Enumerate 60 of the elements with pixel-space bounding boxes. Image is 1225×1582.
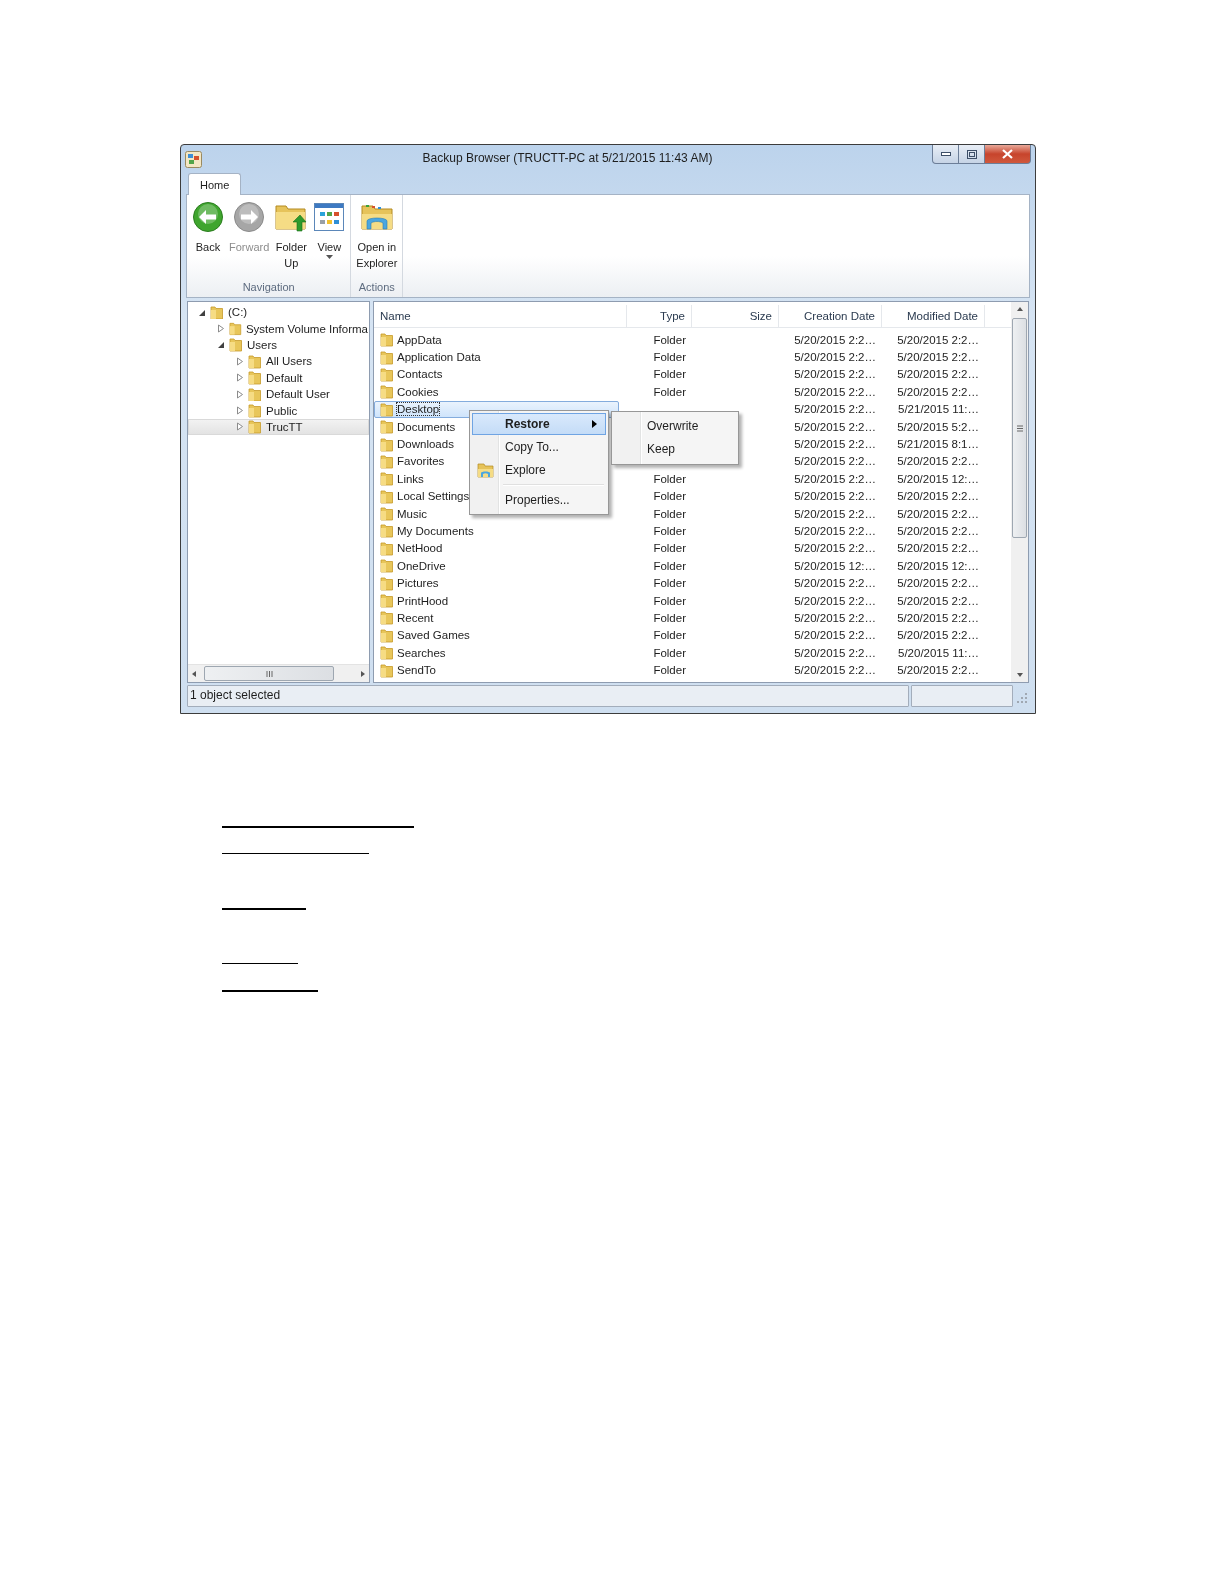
modified-date-cell: 5/21/2015 8:1… (897, 438, 979, 451)
creation-date-cell: 5/20/2015 12:… (794, 559, 876, 572)
type-cell: Folder (653, 611, 686, 624)
creation-date-cell: 5/20/2015 2:2… (794, 646, 876, 659)
type-cell: Folder (653, 629, 686, 642)
type-cell: Folder (653, 333, 686, 346)
creation-date-cell: 5/20/2015 2:2… (794, 438, 876, 451)
creation-date-cell: 5/20/2015 2:2… (794, 611, 876, 624)
group-label: Navigation (241, 280, 296, 295)
modified-date-cell: 5/20/2015 2:2… (897, 629, 979, 642)
type-cell: Folder (653, 664, 686, 677)
modified-date-cell: 5/20/2015 2:2… (897, 385, 979, 398)
creation-date-cell: 5/20/2015 2:2… (794, 577, 876, 590)
type-cell: Folder (653, 594, 686, 607)
modified-date-cell: 5/20/2015 2:2… (897, 351, 979, 364)
window-title: Backup Browser (TRUCTT-PC at 5/21/2015 11:43 AM) (421, 150, 714, 167)
creation-date-cell: 5/20/2015 2:2… (794, 420, 876, 433)
modified-date-cell: 5/20/2015 2:2… (897, 333, 979, 346)
creation-date-cell: 5/20/2015 2:2… (794, 351, 876, 364)
type-cell: Folder (653, 646, 686, 659)
type-cell: Folder (653, 490, 686, 503)
creation-date-cell: 5/20/2015 2:2… (794, 507, 876, 520)
group-label: Actions (357, 280, 396, 295)
modified-date-cell: 5/20/2015 2:2… (897, 542, 979, 555)
creation-date-cell: 5/20/2015 2:2… (794, 455, 876, 468)
modified-date-cell: 5/20/2015 2:2… (897, 490, 979, 503)
creation-date-cell: 5/20/2015 2:2… (794, 542, 876, 555)
creation-date-cell: 5/20/2015 2:2… (794, 403, 876, 416)
modified-date-cell: 5/20/2015 2:2… (897, 507, 979, 520)
type-cell: Folder (653, 385, 686, 398)
type-cell: Folder (653, 542, 686, 555)
creation-date-cell: 5/20/2015 2:2… (794, 368, 876, 381)
modified-date-cell: 5/21/2015 11:… (898, 403, 979, 416)
type-cell: Folder (653, 351, 686, 364)
creation-date-cell: 5/20/2015 2:2… (794, 629, 876, 642)
modified-date-cell: 5/20/2015 2:2… (897, 368, 979, 381)
modified-date-cell: 5/20/2015 5:2… (897, 420, 979, 433)
type-cell: Folder (653, 525, 686, 537)
creation-date-cell: 5/20/2015 2:2… (794, 594, 876, 607)
modified-date-cell: 5/20/2015 2:2… (897, 664, 979, 677)
type-cell: Folder (653, 559, 686, 572)
creation-date-cell: 5/20/2015 2:2… (794, 490, 876, 503)
type-cell: Folder (653, 368, 686, 381)
modified-date-cell: 5/20/2015 11:… (898, 646, 979, 659)
status-text: 1 object selected (187, 685, 909, 707)
modified-date-cell: 5/20/2015 2:2… (897, 455, 979, 468)
type-cell: Folder (653, 507, 686, 520)
creation-date-cell: 5/20/2015 2:2… (794, 472, 876, 485)
modified-date-cell: 5/20/2015 2:2… (897, 525, 979, 537)
modified-date-cell: 5/20/2015 2:2… (897, 594, 979, 607)
creation-date-cell: 5/20/2015 2:2… (794, 333, 876, 346)
modified-date-cell: 5/20/2015 2:2… (897, 577, 979, 590)
type-cell: Folder (653, 577, 686, 590)
modified-date-cell: 5/20/2015 12:… (897, 559, 979, 572)
creation-date-cell: 5/20/2015 2:2… (794, 385, 876, 398)
creation-date-cell: 5/20/2015 2:2… (794, 664, 876, 677)
modified-date-cell: 5/20/2015 12:… (897, 472, 979, 485)
modified-date-cell: 5/20/2015 2:2… (897, 611, 979, 624)
type-cell: Folder (653, 472, 686, 485)
creation-date-cell: 5/20/2015 2:2… (794, 525, 876, 537)
